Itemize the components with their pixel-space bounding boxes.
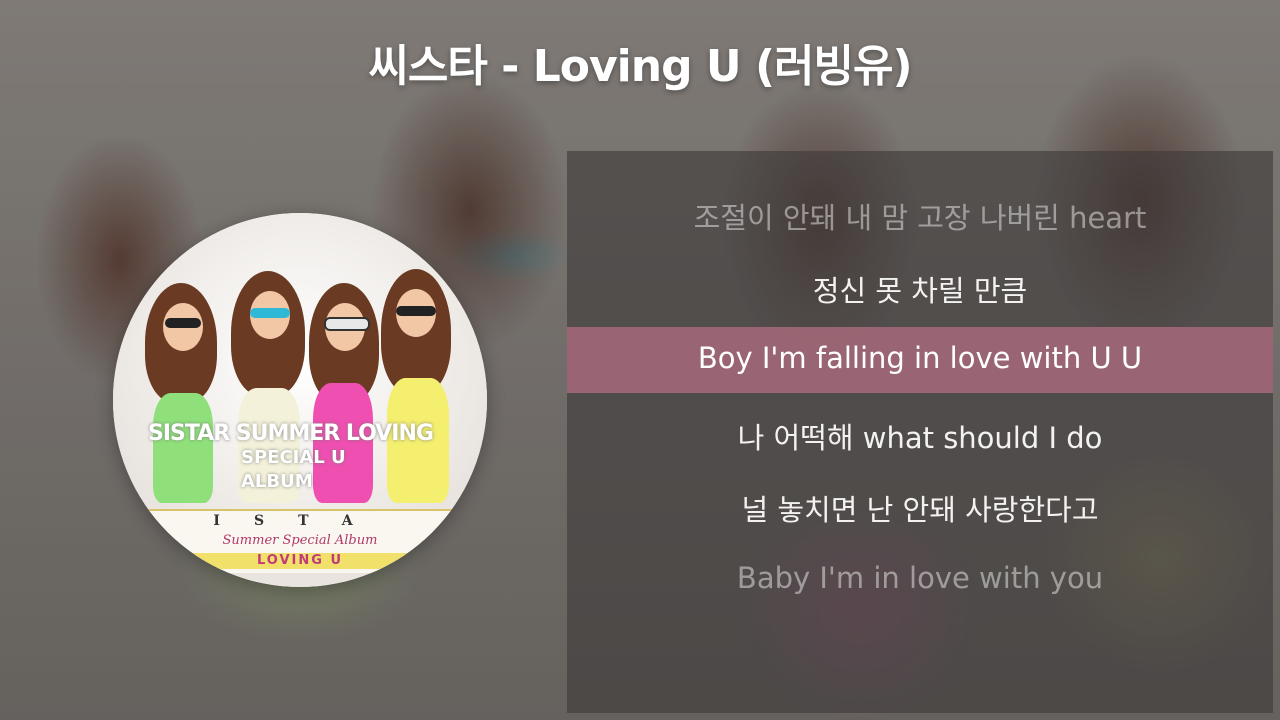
lyric-line-active: Boy I'm falling in love with U U — [697, 341, 1143, 375]
album-cover: SISTAR SUMMER LOVING SPECIAL U ALBUM IST… — [113, 213, 487, 587]
lyric-line: 나 어떡해 what should I do — [737, 421, 1103, 455]
album-band-title: LOVING U — [256, 553, 344, 568]
album-band-letters: ISTA — [213, 513, 387, 529]
sunglasses-icon — [165, 318, 201, 328]
sunglasses-icon — [324, 317, 370, 331]
album-cover-subtitle-2: ALBUM — [241, 471, 313, 492]
sunglasses-icon — [396, 306, 436, 316]
song-title: 씨스타 - Loving U (러빙유) — [368, 41, 912, 92]
album-cover-subtitle: SPECIAL U — [241, 447, 346, 468]
figure-dress — [153, 393, 213, 503]
album-cover-title: SISTAR SUMMER LOVING — [148, 421, 434, 446]
album-band-caption: Summer Special Album — [222, 533, 378, 548]
lyric-line: 조절이 안돼 내 맘 고장 나버린 heart — [693, 201, 1147, 235]
lyric-line: 정신 못 차릴 만큼 — [812, 274, 1028, 308]
lyric-line: 널 놓치면 난 안돼 사랑한다고 — [741, 493, 1099, 527]
sunglasses-icon — [250, 308, 290, 318]
lyric-line: Baby I'm in love with you — [736, 561, 1104, 595]
